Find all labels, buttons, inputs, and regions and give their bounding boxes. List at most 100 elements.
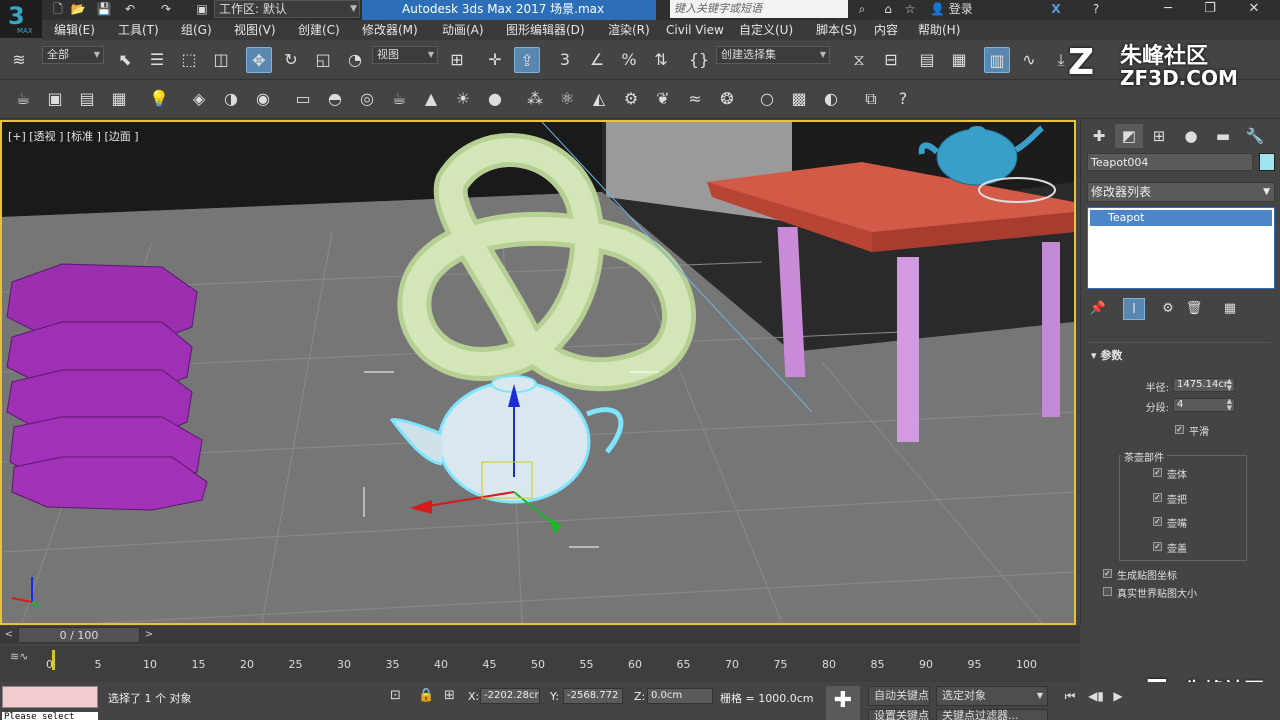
help-icon[interactable]: ? (1088, 1, 1104, 17)
link-icon[interactable]: ≋ (6, 47, 32, 73)
sun-icon[interactable]: ☀ (450, 86, 476, 112)
exchange-icon[interactable]: X (1048, 1, 1064, 17)
sphere-icon[interactable]: ● (482, 86, 508, 112)
remove-modifier-icon[interactable]: 🗑 (1183, 298, 1205, 320)
perspective-viewport[interactable]: [+] [透视 ] [标准 ] [边面 ] (0, 120, 1076, 625)
prev-frame-icon[interactable]: < (2, 628, 16, 642)
display-tab-icon[interactable]: ▬ (1209, 124, 1237, 148)
gen-map-coords-checkbox[interactable]: ✓ (1103, 569, 1112, 578)
select-by-name-icon[interactable]: ☰ (144, 47, 170, 73)
app-logo[interactable]: 3 MAX (0, 0, 42, 38)
render-scene-icon[interactable]: ◐ (818, 86, 844, 112)
minimize-button[interactable]: ─ (1150, 0, 1186, 20)
pyramid-icon[interactable]: ◭ (586, 86, 612, 112)
key-filters-button[interactable]: 关键点过滤器... (936, 709, 1048, 720)
shell-icon[interactable]: ❂ (714, 86, 740, 112)
menu-create[interactable]: 创建(C) (298, 20, 340, 40)
isolate-selection-icon[interactable]: ⊡ (390, 688, 401, 703)
motion-tab-icon[interactable]: ● (1177, 124, 1205, 148)
key-mode-dropdown[interactable]: 选定对象 ▼ (936, 686, 1048, 706)
keyboard-shortcut-icon[interactable]: ⇪ (514, 47, 540, 73)
teapot-render-icon[interactable]: ☕ (10, 86, 36, 112)
y-coord-field[interactable]: -2568.772 (563, 688, 623, 704)
batch-render-icon[interactable]: ⧉ (858, 86, 884, 112)
login-button[interactable]: 👤 登录 (930, 1, 973, 17)
x-coord-field[interactable]: -2202.28cr (480, 688, 540, 704)
spinner-snap-icon[interactable]: ⇅ (648, 47, 674, 73)
select-scale-icon[interactable]: ◱ (310, 47, 336, 73)
render-material-icon[interactable]: ▩ (786, 86, 812, 112)
close-button[interactable]: ✕ (1236, 0, 1272, 20)
add-time-tag-icon[interactable]: ✚ (826, 686, 860, 720)
percent-snap-icon[interactable]: % (616, 47, 642, 73)
pin-stack-icon[interactable]: 📌 (1087, 298, 1109, 320)
prev-key-icon[interactable]: ◀▮ (1088, 688, 1104, 704)
reference-coord-dropdown[interactable]: 视图 ▼ (372, 46, 438, 64)
menu-scripting[interactable]: 脚本(S) (816, 20, 857, 40)
z-coord-field[interactable]: 0.0cm (647, 688, 713, 704)
camera-icon[interactable]: ◈ (186, 86, 212, 112)
segments-spinner[interactable]: 4 ▲ ▼ (1173, 398, 1235, 412)
object-color-swatch[interactable] (1259, 153, 1275, 171)
molecule-icon[interactable]: ⚛ (554, 86, 580, 112)
rect-selection-icon[interactable]: ⬚ (176, 47, 202, 73)
menu-group[interactable]: 组(G) (181, 20, 212, 40)
angle-snap-icon[interactable]: ∠ (584, 47, 610, 73)
layer-manager-icon[interactable]: ▤ (914, 47, 940, 73)
hemisphere-icon[interactable]: ◓ (322, 86, 348, 112)
make-unique-icon[interactable]: ⚙ (1157, 298, 1179, 320)
binoculars-icon[interactable]: ⌕ (854, 1, 870, 17)
auto-key-button[interactable]: 自动关键点 (868, 686, 930, 706)
selection-filter-dropdown[interactable]: 全部 ▼ (42, 46, 104, 64)
light-lister-icon[interactable]: 💡 (146, 86, 172, 112)
parameters-rollout-header[interactable]: ▾ 参数 (1091, 347, 1122, 363)
modify-tab-icon[interactable]: ◩ (1115, 124, 1143, 148)
real-world-map-checkbox[interactable] (1103, 587, 1112, 596)
set-key-button[interactable]: 设置关键点 (868, 709, 930, 720)
torus-icon[interactable]: ◎ (354, 86, 380, 112)
absolute-mode-icon[interactable]: ⊞ (444, 688, 455, 703)
mirror-icon[interactable]: ⧖ (846, 47, 872, 73)
menu-civil-view[interactable]: Civil View (666, 20, 724, 40)
restore-button[interactable]: ❐ (1192, 0, 1228, 20)
menu-customize[interactable]: 自定义(U) (739, 20, 793, 40)
plane-icon[interactable]: ▭ (290, 86, 316, 112)
new-file-icon[interactable]: 🗋 (50, 1, 66, 17)
spout-checkbox[interactable]: ✓ (1153, 517, 1162, 526)
help-circle-icon[interactable]: ? (890, 86, 916, 112)
hair-fur-icon[interactable]: ≈ (682, 86, 708, 112)
goto-start-icon[interactable]: ⏮ (1062, 688, 1078, 704)
workspace-dropdown[interactable]: 工作区: 默认 ▼ (214, 0, 360, 18)
sphere-shaded-icon[interactable]: ○ (754, 86, 780, 112)
favorites-star-icon[interactable]: ☆ (902, 1, 918, 17)
select-object-icon[interactable]: ⬉ (112, 47, 138, 73)
gear-icon[interactable]: ⚙ (618, 86, 644, 112)
object-name-field[interactable]: Teapot004 (1087, 153, 1253, 171)
align-icon[interactable]: ⊟ (878, 47, 904, 73)
edit-named-sel-icon[interactable]: {} (686, 47, 712, 73)
lock-selection-icon[interactable]: 🔒 (418, 688, 434, 703)
track-bar[interactable]: ≋∿ 0 5 10 15 20 25 30 35 40 45 50 55 60 65 70 75 80 85 90 9… (0, 646, 1080, 682)
body-checkbox[interactable]: ✓ (1153, 468, 1162, 477)
manipulate-icon[interactable]: ✛ (482, 47, 508, 73)
sphere-half-icon[interactable]: ◑ (218, 86, 244, 112)
next-frame-icon[interactable]: > (142, 628, 156, 642)
utilities-tab-icon[interactable]: 🔧 (1241, 124, 1269, 148)
render-production-icon[interactable]: ▦ (106, 86, 132, 112)
save-icon[interactable]: 💾 (96, 1, 112, 17)
lid-checkbox[interactable]: ✓ (1153, 542, 1162, 551)
cone-icon[interactable]: ▲ (418, 86, 444, 112)
scene-explorer-icon[interactable]: ▦ (946, 47, 972, 73)
maxscript-prompt[interactable]: Please select (2, 712, 98, 720)
menu-animation[interactable]: 动画(A) (442, 20, 484, 40)
open-file-icon[interactable]: 📂 (70, 1, 86, 17)
material-editor-icon[interactable]: ◉ (250, 86, 276, 112)
curve-editor-icon[interactable]: ∿ (1016, 47, 1042, 73)
snap-toggle-icon[interactable]: 3 (552, 47, 578, 73)
menu-help[interactable]: 帮助(H) (918, 20, 960, 40)
render-setup-icon[interactable]: ▣ (42, 86, 68, 112)
comm-center-icon[interactable]: ⌂ (880, 1, 896, 17)
menu-tools[interactable]: 工具(T) (118, 20, 159, 40)
window-crossing-icon[interactable]: ◫ (208, 47, 234, 73)
menu-rendering[interactable]: 渲染(R) (608, 20, 650, 40)
